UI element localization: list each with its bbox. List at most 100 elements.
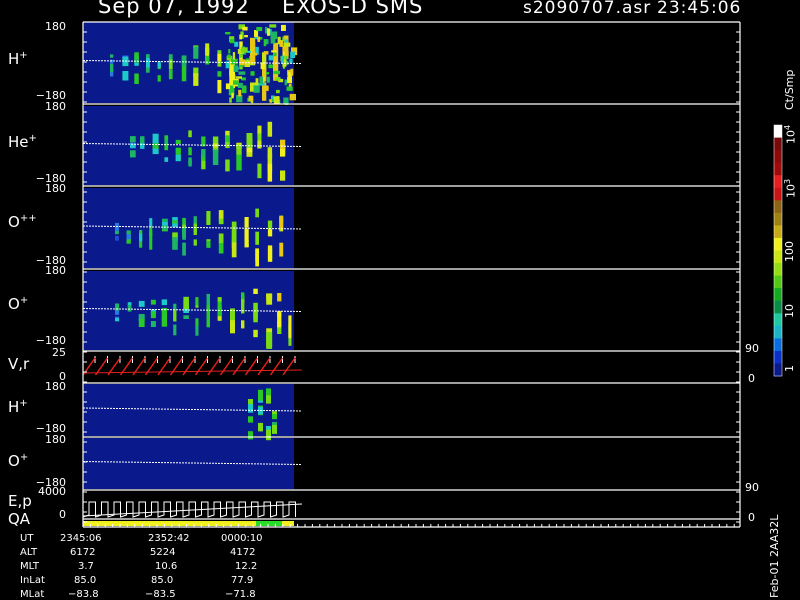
ep-trend [82, 503, 303, 517]
spectrum-stripe [267, 245, 273, 262]
colorbar-label-10: 10 [783, 304, 796, 318]
info-ut-3: 0000:10 [221, 533, 263, 544]
spectrum-stripe [150, 299, 156, 305]
spectrum-burst [230, 74, 236, 81]
spectrum-stripe [280, 170, 286, 181]
spectrum-stripe [183, 296, 189, 309]
spectrum-burst [249, 56, 255, 64]
spectrum-burst [263, 51, 269, 55]
spectrum-stripe [266, 293, 273, 305]
spectrum-stripe [138, 318, 145, 327]
spectrum-burst [231, 58, 238, 65]
colorbar-segment [774, 313, 782, 327]
colorbar-segment [774, 137, 782, 151]
spectrum-stripe [255, 208, 259, 218]
tick-p3-max: 180 [45, 182, 66, 195]
spectrum-stripe [168, 69, 173, 80]
right-tick-ep-min: 0 [748, 511, 755, 524]
spectrum-stripe [182, 242, 186, 256]
qa-bar-yellow [83, 521, 256, 526]
spectrum-burst [270, 31, 278, 40]
panel-label-he-plus: He+ [8, 133, 37, 151]
spectrum-stripe [193, 46, 199, 59]
tick-p1-max: 180 [45, 20, 66, 33]
colorbar-segment [774, 175, 782, 189]
spectrum-burst [239, 34, 242, 40]
spectrum-burst [247, 50, 251, 53]
spectrum-stripe [173, 310, 177, 322]
colorbar-label-1e4: 104 [783, 124, 798, 144]
spectrum-burst [256, 27, 263, 32]
spectrum-stripe [162, 221, 168, 226]
spectrum-burst [290, 51, 296, 58]
spectrum-burst [286, 86, 293, 91]
info-mlt-2: 10.6 [155, 561, 178, 572]
spectrum-burst [273, 96, 280, 104]
spectrum-stripe [193, 239, 197, 246]
colorbar-segment [774, 350, 782, 364]
colorbar-segment [774, 288, 782, 302]
spectrum-stripe [149, 230, 153, 241]
spectrum-stripe [253, 329, 258, 338]
spectrum-stripe [212, 149, 219, 165]
spectrum-stripe [218, 233, 224, 244]
panel-label-o-plus-2: O+ [8, 452, 29, 470]
spectrum-stripe [206, 240, 211, 248]
info-alt-2: 5224 [150, 547, 176, 558]
spectrum-burst [262, 85, 269, 91]
spectrum-stripe [182, 227, 186, 240]
colorbar-segment [774, 363, 782, 377]
panel-bg-he-plus [83, 106, 294, 185]
spectrum-stripe [157, 64, 161, 68]
panel-label-h-plus-2: H+ [8, 398, 28, 416]
spectrum-stripe [161, 318, 167, 327]
spectrum-stripe [139, 233, 143, 242]
spectrum-stripe [173, 324, 177, 336]
spectrum-stripe [279, 217, 284, 223]
spectrum-burst [242, 26, 248, 31]
spectrum-burst [248, 95, 254, 102]
spectrum-stripe [277, 311, 282, 328]
spectrum-stripe [149, 218, 153, 227]
spectrum-burst [254, 52, 258, 56]
spectrum-stripe [205, 43, 210, 53]
spectrum-stripe [277, 293, 282, 302]
spectrum-stripe [138, 300, 145, 307]
spectrum-burst [231, 92, 234, 99]
spectrum-burst [284, 79, 288, 86]
spectrum-burst [283, 97, 289, 105]
spectrum-burst [240, 47, 248, 53]
info-label-inlat: InLat [20, 575, 45, 586]
info-label-ut: UT [20, 533, 34, 544]
colorbar-segment [774, 300, 782, 314]
spectrum-stripe [267, 163, 273, 182]
spectrum-burst [234, 41, 239, 47]
spectrum-stripe [146, 58, 150, 68]
spectrum-burst [282, 36, 285, 42]
spectrum-stripe [110, 63, 114, 73]
tick-p7-max: 180 [45, 433, 66, 446]
spectrum-stripe [257, 125, 262, 134]
spectrum-stripe [255, 231, 259, 245]
spectrum-burst [238, 71, 246, 75]
spectrum-stripe [253, 288, 258, 294]
spectrum-stripe [217, 305, 222, 314]
qa-bar-green [256, 521, 282, 526]
spectrum-stripe [110, 59, 114, 64]
spectrum-stripe [149, 239, 153, 250]
footer-id: Feb-01 2AA32L [768, 514, 781, 598]
spectrum-burst [225, 32, 231, 35]
info-inlat-3: 77.9 [231, 575, 254, 586]
spectrum-stripe [206, 304, 210, 319]
spectrum-burst [271, 50, 277, 53]
info-ut-1: 2345:06 [60, 533, 102, 544]
spectrum-stripe [272, 424, 277, 434]
spectrum-stripe [175, 147, 181, 153]
spectrum-stripe [241, 292, 245, 300]
spectrum-stripe [258, 422, 263, 432]
spectrum-stripe [266, 332, 273, 349]
colorbar-segment [774, 250, 782, 264]
tick-p5-max: 25 [52, 346, 66, 359]
spectrum-burst [269, 24, 277, 28]
panel-bg-o-plusplus [83, 188, 294, 268]
